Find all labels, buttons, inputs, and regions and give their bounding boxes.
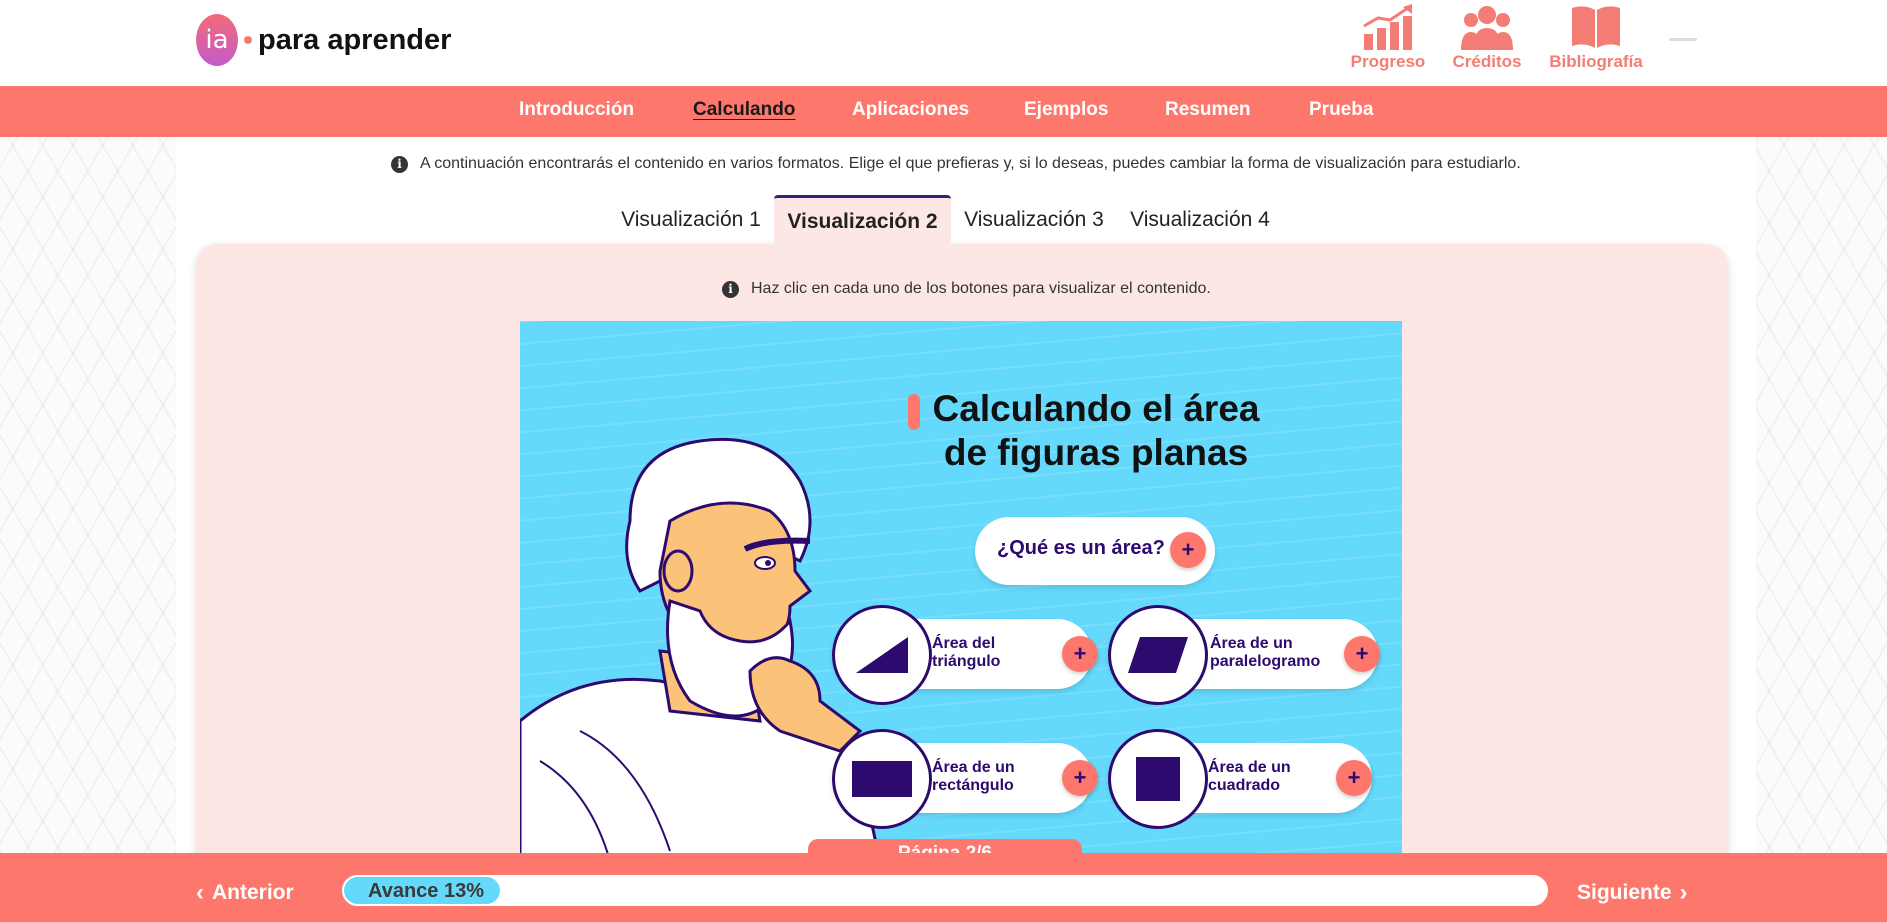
top-nav-creditos[interactable]: Créditos bbox=[1437, 0, 1537, 72]
card-label-line2: paralelogramo bbox=[1210, 653, 1321, 670]
next-button[interactable]: Siguiente › bbox=[1577, 879, 1688, 907]
brand-name: para aprender bbox=[258, 23, 452, 56]
site-header: ia para aprender Progreso Créditos Bibli… bbox=[0, 0, 1887, 86]
lesson-title: Calculando el área de figuras planas bbox=[906, 387, 1286, 475]
plus-icon: + bbox=[1062, 760, 1098, 796]
progress-label: Avance 13% bbox=[368, 880, 484, 902]
top-nav-bibliografia[interactable]: Bibliografía bbox=[1546, 0, 1646, 72]
nav-introduccion[interactable]: Introducción bbox=[519, 99, 634, 121]
tab-visualizacion-3[interactable]: Visualización 3 bbox=[955, 195, 1113, 245]
top-nav-label: Bibliografía bbox=[1549, 52, 1643, 71]
logo-dot bbox=[244, 36, 252, 44]
plus-icon: + bbox=[1062, 636, 1098, 672]
tab-visualizacion-2[interactable]: Visualización 2 bbox=[774, 195, 951, 245]
tab-visualizacion-1[interactable]: Visualización 1 bbox=[612, 195, 770, 245]
plus-icon: + bbox=[1344, 636, 1380, 672]
next-label: Siguiente bbox=[1577, 881, 1672, 904]
parallelogram-icon bbox=[1108, 605, 1208, 705]
intro-info: i A continuación encontrarás el contenid… bbox=[391, 155, 1521, 173]
lesson-illustration: Calculando el área de figuras planas ¿Qu… bbox=[520, 321, 1402, 853]
chevron-left-icon: ‹ bbox=[196, 879, 204, 906]
what-is-area-button[interactable]: ¿Qué es un área? + bbox=[975, 517, 1215, 585]
what-is-area-label: ¿Qué es un área? bbox=[997, 537, 1165, 559]
card-label-line1: Área de un bbox=[932, 759, 1015, 776]
nav-ejemplos[interactable]: Ejemplos bbox=[1024, 99, 1108, 121]
nav-aplicaciones[interactable]: Aplicaciones bbox=[852, 99, 969, 121]
card-label-line2: cuadrado bbox=[1208, 777, 1281, 794]
logo-mark: ia bbox=[196, 14, 238, 66]
lesson-title-line2: de figuras planas bbox=[943, 432, 1249, 473]
lesson-title-line1: Calculando el área bbox=[932, 388, 1260, 429]
panel-hint: i Haz clic en cada uno de los botones pa… bbox=[722, 280, 1211, 298]
top-nav-label: Créditos bbox=[1452, 52, 1522, 71]
section-nav: Introducción Calculando Aplicaciones Eje… bbox=[0, 86, 1887, 137]
card-label-line1: Área de un bbox=[1208, 759, 1291, 776]
card-label-line2: rectángulo bbox=[932, 777, 1014, 794]
intro-text: A continuación encontrarás el contenido … bbox=[420, 155, 1521, 172]
people-icon bbox=[1437, 0, 1537, 50]
nav-resumen[interactable]: Resumen bbox=[1165, 99, 1251, 121]
top-nav-progreso[interactable]: Progreso bbox=[1338, 0, 1438, 72]
square-icon bbox=[1108, 729, 1208, 829]
info-icon: i bbox=[722, 280, 739, 298]
plus-icon: + bbox=[1170, 532, 1206, 568]
triangle-icon bbox=[832, 605, 932, 705]
chevron-right-icon: › bbox=[1679, 879, 1688, 906]
previous-label: Anterior bbox=[212, 881, 294, 904]
rectangle-icon bbox=[832, 729, 932, 829]
nav-calculando[interactable]: Calculando bbox=[693, 99, 795, 121]
book-icon bbox=[1546, 0, 1646, 50]
tab-visualizacion-4[interactable]: Visualización 4 bbox=[1120, 195, 1280, 245]
card-label-line1: Área del bbox=[932, 635, 996, 652]
top-nav-label: Progreso bbox=[1350, 52, 1426, 71]
menu-toggle[interactable] bbox=[1669, 38, 1697, 41]
chart-icon bbox=[1338, 0, 1438, 50]
previous-button[interactable]: ‹ Anterior bbox=[196, 879, 294, 907]
bottom-navigation: ‹ Anterior Avance 13% Siguiente › bbox=[0, 853, 1887, 922]
brand-logo[interactable]: ia para aprender bbox=[196, 14, 451, 66]
card-label-line1: Área de un bbox=[1210, 635, 1293, 652]
panel-hint-text: Haz clic en cada uno de los botones para… bbox=[751, 280, 1211, 297]
plus-icon: + bbox=[1336, 760, 1372, 796]
info-icon: i bbox=[391, 155, 408, 173]
nav-prueba[interactable]: Prueba bbox=[1309, 99, 1373, 121]
card-label-line2: triángulo bbox=[932, 653, 1001, 670]
progress-bar: Avance 13% bbox=[342, 875, 1548, 906]
